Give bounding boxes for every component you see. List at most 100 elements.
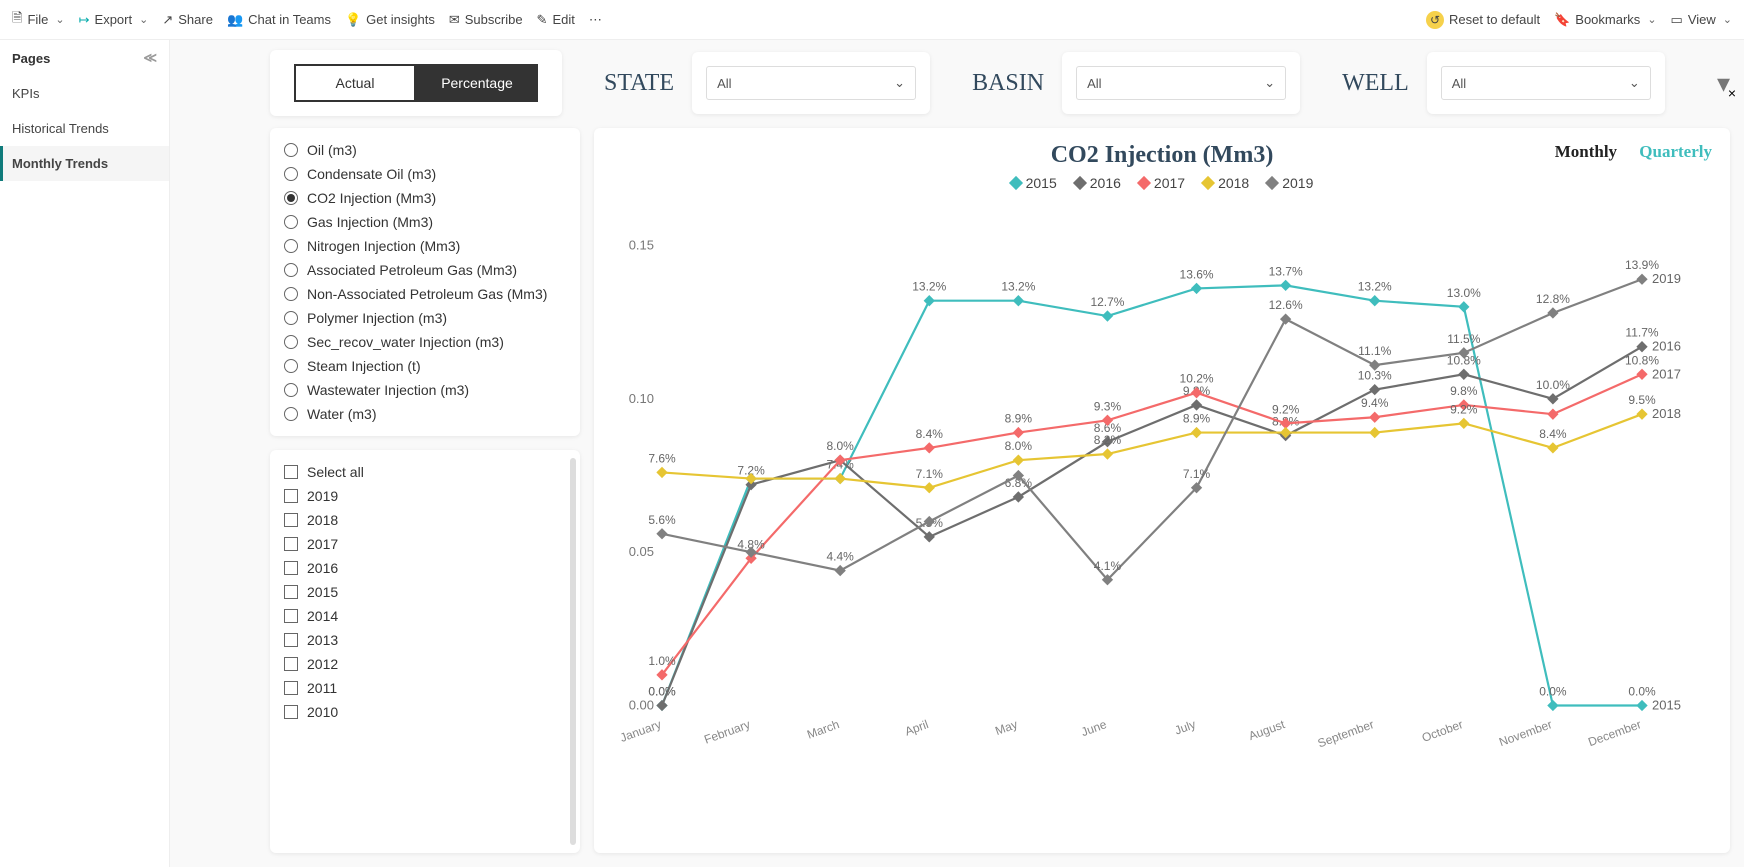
- svg-text:9.4%: 9.4%: [1361, 396, 1389, 410]
- year-checkbox[interactable]: 2015: [284, 580, 566, 604]
- basin-label: BASIN: [972, 70, 1044, 97]
- year-checkbox[interactable]: 2017: [284, 532, 566, 556]
- select-all-checkbox[interactable]: Select all: [284, 460, 566, 484]
- metric-radio[interactable]: CO2 Injection (Mm3): [284, 186, 566, 210]
- metric-radio[interactable]: Nitrogen Injection (Mm3): [284, 234, 566, 258]
- subscribe-button[interactable]: ✉Subscribe: [449, 12, 523, 28]
- svg-text:2018: 2018: [1652, 406, 1681, 421]
- year-checkbox[interactable]: 2014: [284, 604, 566, 628]
- legend-item[interactable]: 2017: [1139, 175, 1185, 191]
- teams-icon: 👥: [227, 12, 243, 28]
- metric-radio[interactable]: Water (m3): [284, 402, 566, 426]
- svg-text:9.5%: 9.5%: [1628, 393, 1656, 407]
- reset-button[interactable]: ↺Reset to default: [1426, 11, 1540, 29]
- svg-text:13.2%: 13.2%: [1001, 280, 1035, 294]
- legend-item[interactable]: 2019: [1267, 175, 1313, 191]
- insights-button[interactable]: 💡Get insights: [345, 12, 435, 28]
- svg-text:0.10: 0.10: [629, 391, 654, 406]
- chart-legend: 2015 2016 2017 2018 2019: [612, 175, 1712, 191]
- year-checkbox[interactable]: 2018: [284, 508, 566, 532]
- svg-text:13.7%: 13.7%: [1269, 264, 1303, 278]
- line-chart[interactable]: 0.000.050.100.15JanuaryFebruaryMarchApri…: [612, 197, 1712, 814]
- svg-text:11.1%: 11.1%: [1358, 344, 1391, 358]
- edit-button[interactable]: ✎Edit: [537, 12, 575, 28]
- bookmarks-menu[interactable]: 🔖Bookmarks: [1554, 12, 1656, 28]
- svg-text:11.7%: 11.7%: [1625, 326, 1658, 340]
- file-menu[interactable]: 🗎File: [12, 9, 65, 31]
- year-checkbox[interactable]: 2013: [284, 628, 566, 652]
- basin-dropdown[interactable]: All⌄: [1076, 66, 1286, 100]
- metric-radio[interactable]: Gas Injection (Mm3): [284, 210, 566, 234]
- svg-text:0.00: 0.00: [629, 698, 654, 713]
- quarterly-tab[interactable]: Quarterly: [1639, 142, 1712, 161]
- svg-text:1.0%: 1.0%: [648, 654, 676, 668]
- svg-text:2016: 2016: [1652, 339, 1681, 354]
- well-label: WELL: [1342, 70, 1409, 97]
- svg-text:10.2%: 10.2%: [1180, 372, 1214, 386]
- mail-icon: ✉: [449, 12, 460, 28]
- chevron-down-icon: ⌄: [894, 75, 905, 91]
- metric-radio[interactable]: Condensate Oil (m3): [284, 162, 566, 186]
- legend-item[interactable]: 2015: [1011, 175, 1057, 191]
- view-icon: ▭: [1671, 12, 1683, 28]
- metric-radio-card: Oil (m3)Condensate Oil (m3)CO2 Injection…: [270, 128, 580, 436]
- metric-radio[interactable]: Non-Associated Petroleum Gas (Mm3): [284, 282, 566, 306]
- share-button[interactable]: ↗Share: [162, 12, 213, 28]
- legend-item[interactable]: 2018: [1203, 175, 1249, 191]
- svg-text:8.9%: 8.9%: [1183, 412, 1211, 426]
- share-icon: ↗: [162, 12, 173, 28]
- svg-text:May: May: [993, 717, 1019, 738]
- legend-item[interactable]: 2016: [1075, 175, 1121, 191]
- svg-text:4.4%: 4.4%: [827, 550, 855, 564]
- svg-text:7.1%: 7.1%: [1183, 467, 1211, 481]
- svg-text:0.0%: 0.0%: [1628, 685, 1656, 699]
- svg-text:February: February: [702, 717, 752, 747]
- mode-toggle: Actual Percentage: [270, 50, 562, 116]
- view-menu[interactable]: ▭View: [1671, 12, 1732, 28]
- svg-text:June: June: [1079, 717, 1109, 739]
- bulb-icon: 💡: [345, 12, 361, 28]
- metric-radio[interactable]: Steam Injection (t): [284, 354, 566, 378]
- sidebar-item-monthly-trends[interactable]: Monthly Trends: [0, 146, 169, 181]
- svg-text:12.7%: 12.7%: [1090, 295, 1124, 309]
- metric-radio[interactable]: Oil (m3): [284, 138, 566, 162]
- svg-text:8.9%: 8.9%: [1005, 412, 1033, 426]
- svg-text:9.2%: 9.2%: [1272, 402, 1300, 416]
- state-dropdown[interactable]: All⌄: [706, 66, 916, 100]
- export-menu[interactable]: ↦Export: [79, 12, 149, 28]
- svg-text:0.0%: 0.0%: [1539, 685, 1567, 699]
- svg-text:September: September: [1316, 717, 1376, 750]
- monthly-tab[interactable]: Monthly: [1555, 142, 1617, 161]
- well-dropdown[interactable]: All⌄: [1441, 66, 1651, 100]
- chat-teams-button[interactable]: 👥Chat in Teams: [227, 12, 331, 28]
- svg-text:2017: 2017: [1652, 366, 1681, 381]
- sidebar-item-historical-trends[interactable]: Historical Trends: [0, 111, 169, 146]
- svg-text:10.0%: 10.0%: [1536, 378, 1570, 392]
- svg-text:4.1%: 4.1%: [1094, 559, 1122, 573]
- sidebar-item-kpis[interactable]: KPIs: [0, 76, 169, 111]
- svg-text:January: January: [618, 717, 663, 745]
- collapse-sidebar-icon[interactable]: ≪: [143, 50, 157, 66]
- year-checkbox[interactable]: 2012: [284, 652, 566, 676]
- state-label: STATE: [604, 70, 674, 97]
- svg-text:2015: 2015: [1652, 698, 1681, 713]
- year-checkbox[interactable]: 2011: [284, 676, 566, 700]
- svg-text:0.15: 0.15: [629, 238, 654, 253]
- metric-radio[interactable]: Wastewater Injection (m3): [284, 378, 566, 402]
- year-checkbox[interactable]: 2016: [284, 556, 566, 580]
- svg-text:9.2%: 9.2%: [1450, 402, 1478, 416]
- metric-radio[interactable]: Polymer Injection (m3): [284, 306, 566, 330]
- metric-radio[interactable]: Associated Petroleum Gas (Mm3): [284, 258, 566, 282]
- svg-text:8.0%: 8.0%: [1005, 439, 1033, 453]
- actual-toggle[interactable]: Actual: [294, 64, 416, 102]
- year-checkbox[interactable]: 2010: [284, 700, 566, 724]
- bookmark-icon: 🔖: [1554, 12, 1570, 28]
- percentage-toggle[interactable]: Percentage: [416, 64, 538, 102]
- svg-text:8.2%: 8.2%: [1094, 433, 1122, 447]
- clear-filters-icon[interactable]: ▾: [1717, 68, 1730, 99]
- more-menu[interactable]: ⋯: [589, 12, 602, 28]
- svg-text:December: December: [1586, 717, 1643, 749]
- svg-text:8.4%: 8.4%: [916, 427, 944, 441]
- metric-radio[interactable]: Sec_recov_water Injection (m3): [284, 330, 566, 354]
- year-checkbox[interactable]: 2019: [284, 484, 566, 508]
